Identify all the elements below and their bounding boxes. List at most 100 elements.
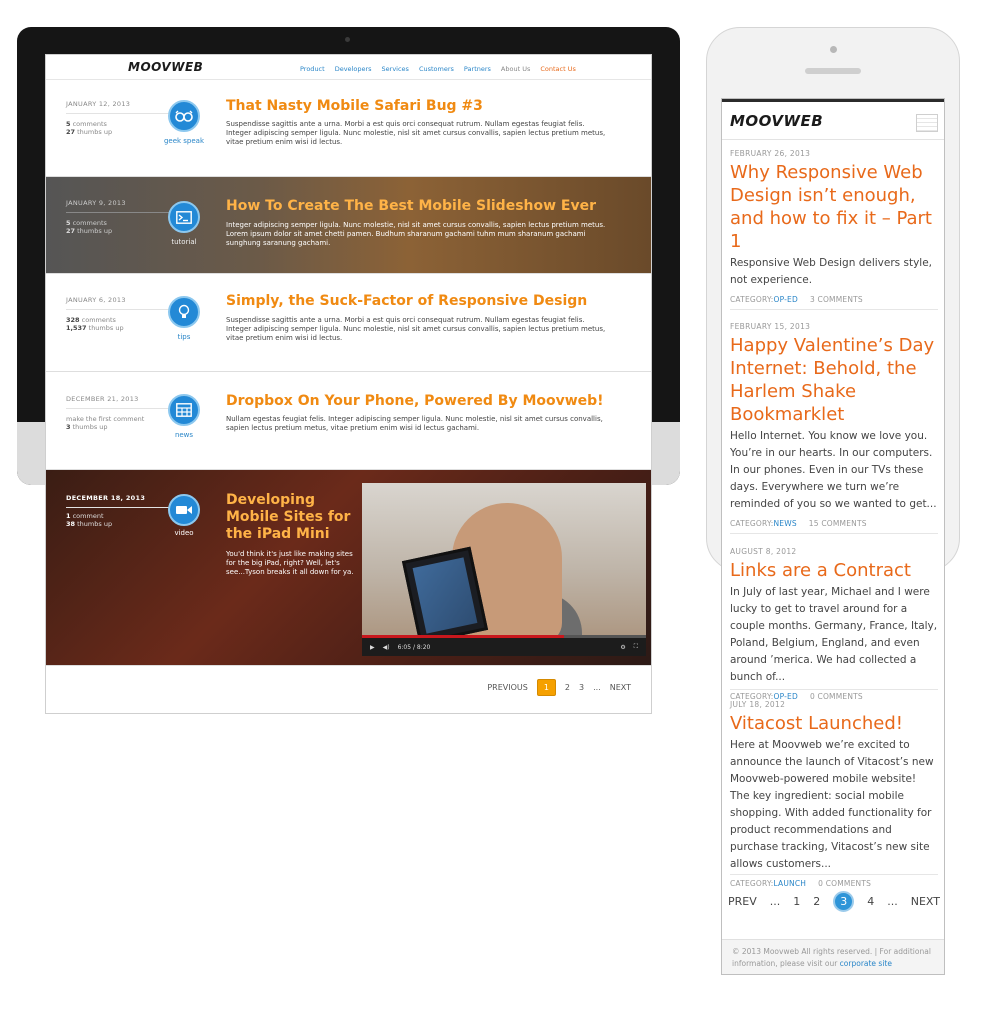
nav-about-us[interactable]: About Us [501, 65, 530, 73]
desktop-post: DECEMBER 21, 2013 make the first comment… [46, 372, 651, 470]
category-link[interactable]: OP-ED [773, 295, 797, 304]
comments-count[interactable]: 3 COMMENTS [810, 295, 863, 304]
previous-link[interactable]: PREVIOUS [487, 683, 528, 692]
post-date: JANUARY 6, 2013 [66, 296, 126, 304]
desktop-logo[interactable]: MOOVWEB [128, 60, 203, 74]
post-date: DECEMBER 18, 2013 [66, 494, 146, 502]
category-link[interactable]: LAUNCH [773, 879, 806, 888]
next-link[interactable]: NEXT [610, 683, 631, 692]
post-meta: 5 comments 27 thumbs up [66, 219, 113, 235]
corporate-site-link[interactable]: corporate site [840, 959, 892, 968]
post-divider [730, 533, 938, 534]
post-title[interactable]: Developing Mobile Sites for the iPad Min… [226, 492, 356, 543]
fullscreen-icon[interactable]: ⛶ [634, 643, 638, 651]
category-label[interactable]: tips [154, 333, 214, 341]
post-title[interactable]: Links are a Contract [730, 559, 938, 582]
glasses-icon[interactable] [168, 100, 200, 132]
nav-contact-us[interactable]: Contact Us [540, 65, 576, 73]
menu-icon[interactable] [916, 114, 938, 132]
comments-count[interactable]: 0 COMMENTS [818, 879, 871, 888]
desktop-nav: Product Developers Services Customers Pa… [300, 65, 576, 73]
page-2-link[interactable]: 2 [813, 895, 820, 908]
post-title[interactable]: Vitacost Launched! [730, 712, 938, 735]
desktop-post: DECEMBER 18, 2013 1 comment 38 thumbs up… [46, 470, 651, 666]
page-4-link[interactable]: 4 [867, 895, 874, 908]
desktop-post: JANUARY 6, 2013 328 comments 1,537 thumb… [46, 274, 651, 372]
mobile-screen: MOOVWEB FEBRUARY 26, 2013 Why Responsive… [721, 98, 945, 975]
post-date: JANUARY 9, 2013 [66, 199, 126, 207]
post-meta: CATEGORY:LAUNCH 0 COMMENTS [730, 879, 938, 888]
mobile-logo[interactable]: MOOVWEB [730, 112, 823, 130]
post-divider [730, 874, 938, 875]
phone-speaker [805, 68, 861, 74]
post-excerpt: Suspendisse sagittis ante a urna. Morbi … [226, 316, 606, 342]
post-title[interactable]: That Nasty Mobile Safari Bug #3 [226, 98, 483, 114]
mobile-post: FEBRUARY 26, 2013 Why Responsive Web Des… [730, 149, 938, 304]
nav-developers[interactable]: Developers [335, 65, 372, 73]
post-date: AUGUST 8, 2012 [730, 547, 797, 556]
comments-count[interactable]: 15 COMMENTS [809, 519, 867, 528]
post-date: JANUARY 12, 2013 [66, 100, 131, 108]
category-label[interactable]: geek speak [154, 137, 214, 145]
post-meta: 5 comments 27 thumbs up [66, 120, 113, 136]
nav-customers[interactable]: Customers [419, 65, 454, 73]
terminal-icon[interactable] [168, 201, 200, 233]
monitor-camera [345, 37, 350, 42]
page-3-current[interactable]: 3 [833, 891, 855, 912]
video-player[interactable]: ▶ ◀) 6:05 / 8:20 ⚙ ⛶ [362, 483, 646, 656]
category-label[interactable]: tutorial [154, 238, 214, 246]
nav-services[interactable]: Services [382, 65, 409, 73]
post-title[interactable]: Happy Valentine’s Day Internet: Behold, … [730, 334, 938, 426]
category-label[interactable]: news [154, 431, 214, 439]
desktop-header: MOOVWEB Product Developers Services Cust… [46, 55, 651, 80]
post-date: FEBRUARY 26, 2013 [730, 149, 811, 158]
post-category: CATEGORY:LAUNCH [730, 879, 807, 888]
grid-icon[interactable] [168, 394, 200, 426]
post-excerpt: Hello Internet. You know we love you. Yo… [730, 430, 937, 510]
page-2-link[interactable]: 2 [565, 683, 570, 692]
video-controls: ▶ ◀) 6:05 / 8:20 ⚙ ⛶ [362, 638, 646, 656]
post-date: DECEMBER 21, 2013 [66, 395, 139, 403]
phone-camera [830, 46, 837, 53]
desktop-pagination: PREVIOUS 1 2 3 ... NEXT [487, 679, 631, 696]
pagination-ellipsis: ... [887, 895, 898, 908]
volume-icon[interactable]: ◀) [383, 644, 390, 651]
post-excerpt: Here at Moovweb we’re excited to announc… [730, 739, 934, 870]
post-title[interactable]: How To Create The Best Mobile Slideshow … [226, 198, 596, 214]
mobile-post: FEBRUARY 15, 2013 Happy Valentine’s Day … [730, 322, 938, 528]
page-3-link[interactable]: 3 [579, 683, 584, 692]
mobile-footer: © 2013 Moovweb All rights reserved. | Fo… [722, 939, 944, 974]
post-meta: 328 comments 1,537 thumbs up [66, 316, 124, 332]
post-excerpt: Integer adipiscing semper ligula. Nunc m… [226, 221, 606, 247]
page-1-current[interactable]: 1 [536, 679, 556, 696]
post-title[interactable]: Why Responsive Web Design isn’t enough, … [730, 161, 938, 253]
desktop-post: JANUARY 12, 2013 5 comments 27 thumbs up… [46, 80, 651, 177]
mobile-pagination: PREV ... 1 2 3 4 ... NEXT [722, 891, 944, 912]
mobile-post: AUGUST 8, 2012 Links are a Contract In J… [730, 547, 938, 701]
prev-link[interactable]: PREV [728, 895, 757, 908]
footer-text: © 2013 Moovweb All rights reserved. | Fo… [732, 947, 931, 968]
post-excerpt: Nullam egestas feugiat felis. Integer ad… [226, 415, 603, 432]
video-camera-icon[interactable] [168, 494, 200, 526]
lightbulb-icon[interactable] [168, 296, 200, 328]
post-divider [730, 309, 938, 310]
mobile-header: MOOVWEB [722, 102, 944, 140]
desktop-post: JANUARY 9, 2013 5 comments 27 thumbs up … [46, 177, 651, 274]
nav-product[interactable]: Product [300, 65, 325, 73]
post-category: CATEGORY:NEWS [730, 519, 797, 528]
nav-partners[interactable]: Partners [464, 65, 491, 73]
pagination-ellipsis: ... [593, 683, 601, 692]
post-meta: 1 comment 38 thumbs up [66, 512, 113, 528]
category-label[interactable]: video [154, 529, 214, 537]
video-time: 6:05 / 8:20 [397, 643, 431, 651]
post-title[interactable]: Dropbox On Your Phone, Powered By Moovwe… [226, 393, 604, 409]
post-divider [730, 689, 938, 690]
category-link[interactable]: NEWS [773, 519, 796, 528]
settings-icon[interactable]: ⚙ [620, 644, 625, 651]
post-title[interactable]: Simply, the Suck-Factor of Responsive De… [226, 293, 587, 309]
post-date: JULY 18, 2012 [730, 700, 786, 709]
play-icon[interactable]: ▶ [370, 644, 375, 651]
next-link[interactable]: NEXT [911, 895, 940, 908]
page-1-link[interactable]: 1 [793, 895, 800, 908]
mobile-post: JULY 18, 2012 Vitacost Launched! Here at… [730, 700, 938, 888]
